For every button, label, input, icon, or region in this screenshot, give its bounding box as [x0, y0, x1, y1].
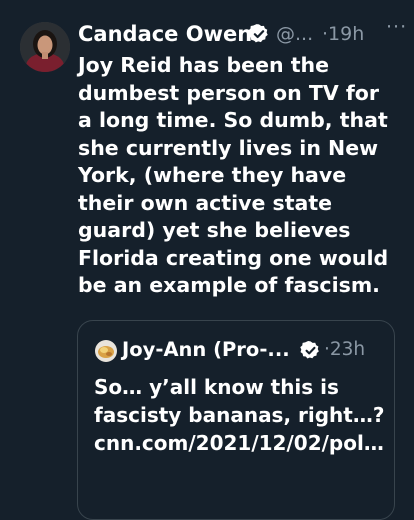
quoted-author-name[interactable]: Joy-Ann (Pro-...: [122, 338, 290, 361]
quoted-author-avatar-image: [95, 340, 117, 362]
quoted-author-avatar[interactable]: [95, 340, 117, 362]
author-name[interactable]: Candace Owens: [78, 22, 265, 46]
tweet-timestamp[interactable]: ·19h: [322, 23, 364, 45]
tweet-text: Joy Reid has been the dumbest person on …: [78, 53, 389, 297]
quoted-tweet-timestamp[interactable]: ·23h: [324, 339, 365, 360]
more-options-icon[interactable]: ···: [386, 16, 407, 38]
quoted-tweet-card[interactable]: Joy-Ann (Pro-... ·23h So… y’all know thi…: [77, 320, 395, 520]
verified-badge-icon: [248, 24, 268, 43]
author-handle[interactable]: @...: [276, 23, 313, 45]
tweet-header: Candace Owens @... ·19h ···: [78, 16, 408, 50]
author-avatar[interactable]: [20, 22, 70, 72]
author-avatar-image: [20, 22, 70, 72]
quoted-tweet-text: So… y’all know this is fascisty bananas,…: [94, 375, 385, 455]
quoted-verified-badge-icon: [300, 341, 319, 359]
